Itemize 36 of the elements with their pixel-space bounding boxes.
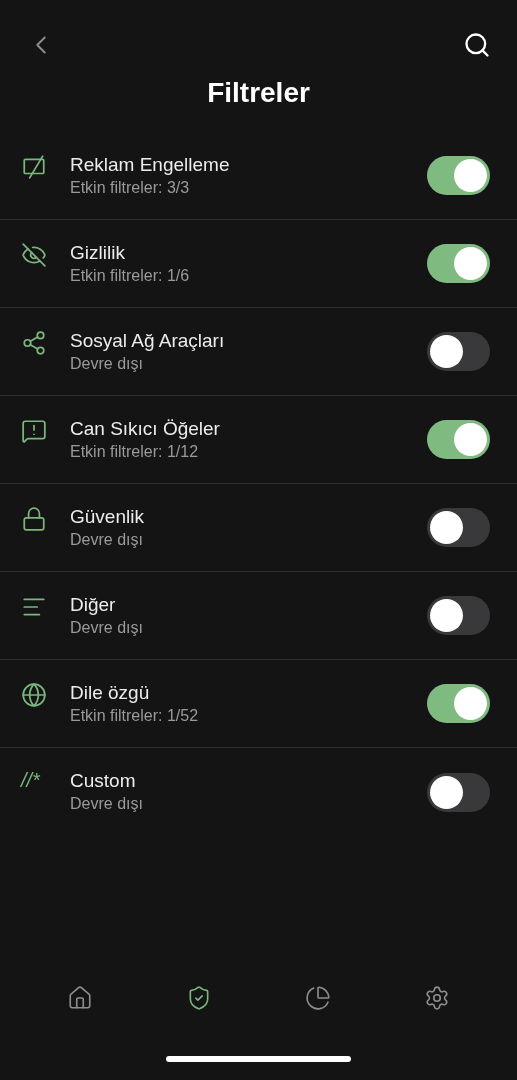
filter-name: Sosyal Ağ Araçları (70, 328, 226, 353)
filter-name: Diğer (70, 592, 117, 617)
filter-name: Gizlilik (70, 240, 126, 265)
filter-status: Etkin filtreler: 1/12 (70, 441, 200, 462)
pie-chart-icon (305, 985, 332, 1011)
filter-status: Etkin filtreler: 1/6 (70, 265, 191, 286)
filter-status: Devre dışı (70, 353, 144, 374)
toggle-switch[interactable] (427, 156, 490, 195)
filter-name: Custom (70, 769, 137, 793)
filter-status: Devre dışı (70, 617, 144, 638)
alert-message-icon (21, 418, 47, 444)
filter-name: Reklam Engelleme (70, 152, 231, 177)
toggle-switch[interactable] (427, 596, 490, 635)
custom-rule-icon: //* (21, 770, 40, 790)
filter-status: Devre dışı (70, 529, 144, 550)
filter-name: Güvenlik (70, 504, 145, 529)
home-icon (66, 985, 93, 1011)
toggle-switch[interactable] (427, 420, 490, 459)
search-button[interactable] (463, 31, 491, 59)
lock-icon (21, 506, 47, 532)
toggle-switch[interactable] (427, 332, 490, 371)
settings-icon (424, 985, 451, 1011)
filter-name: Can Sıkıcı Öğeler (70, 416, 221, 441)
filter-name: Dile özgü (70, 680, 151, 705)
filter-status: Devre dışı (70, 794, 144, 814)
toggle-switch[interactable] (427, 508, 490, 547)
toggle-switch[interactable] (427, 684, 490, 723)
page-title: Filtreler (207, 76, 310, 110)
crossed-eye-icon (21, 242, 47, 268)
filter-status: Etkin filtreler: 1/52 (70, 705, 200, 726)
crossed-screen-icon (21, 154, 47, 180)
filter-status: Etkin filtreler: 3/3 (70, 177, 191, 198)
toggle-switch[interactable] (427, 772, 490, 812)
share-icon (21, 330, 47, 356)
toggle-switch[interactable] (427, 244, 490, 283)
globe-icon (21, 682, 47, 708)
